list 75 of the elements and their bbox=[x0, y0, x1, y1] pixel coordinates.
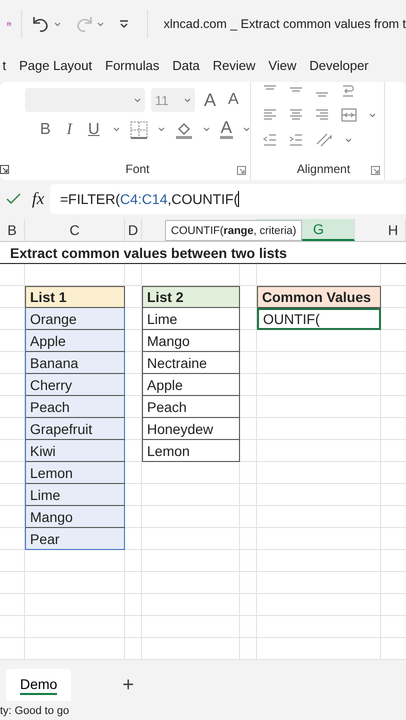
active-cell[interactable]: OUNTIF( bbox=[257, 308, 381, 330]
window-title: xlncad.com _ Extract common values from t bbox=[164, 17, 406, 31]
fill-color-icon[interactable] bbox=[174, 120, 193, 138]
dropdown-caret-icon bbox=[134, 98, 141, 102]
caret-icon bbox=[242, 127, 250, 132]
customize-icon[interactable] bbox=[119, 20, 130, 28]
add-sheet-button[interactable]: + bbox=[116, 669, 140, 701]
table-cell: Mango bbox=[25, 506, 125, 528]
sheet-tab[interactable]: Demo bbox=[6, 669, 72, 701]
borders-icon[interactable] bbox=[130, 120, 148, 138]
table-cell: Orange bbox=[25, 308, 125, 330]
merge-icon[interactable] bbox=[341, 108, 357, 122]
group-label: Font bbox=[125, 162, 150, 176]
column-header[interactable]: D bbox=[125, 219, 142, 241]
table-cell: Nectraine bbox=[142, 352, 240, 374]
grow-font-button[interactable]: A bbox=[201, 90, 220, 110]
table-cell: Peach bbox=[142, 396, 240, 418]
table-cell: Apple bbox=[142, 374, 240, 396]
ribbon-tab[interactable]: View bbox=[262, 58, 303, 72]
column-header[interactable]: B bbox=[0, 219, 25, 241]
ribbon-tab[interactable]: Review bbox=[206, 58, 262, 72]
caret-icon bbox=[97, 22, 104, 26]
caret-icon bbox=[202, 127, 210, 132]
table-header: List 2 bbox=[142, 286, 240, 308]
function-tooltip: COUNTIF(range, criteria) bbox=[165, 220, 302, 241]
ribbon-tab[interactable]: t bbox=[0, 58, 13, 72]
group-label: Alignment bbox=[296, 162, 350, 176]
launcher-icon[interactable] bbox=[0, 165, 9, 174]
function-button[interactable]: fx bbox=[32, 189, 44, 209]
ribbon-tab[interactable]: Developer bbox=[302, 58, 376, 72]
table-cell: Apple bbox=[25, 330, 125, 352]
table-cell: Lime bbox=[25, 484, 125, 506]
column-header[interactable]: C bbox=[25, 219, 125, 241]
table-cell: Lemon bbox=[25, 462, 125, 484]
table-cell: Cherry bbox=[25, 374, 125, 396]
table-header: Common Values bbox=[257, 286, 381, 308]
dropdown-caret-icon bbox=[184, 98, 191, 102]
table-cell: Kiwi bbox=[25, 440, 125, 462]
caret-icon bbox=[112, 127, 120, 132]
check-icon[interactable] bbox=[6, 193, 21, 205]
align-icon[interactable] bbox=[263, 109, 277, 121]
underline-button[interactable]: U bbox=[85, 120, 103, 138]
ribbon-tab[interactable]: Data bbox=[166, 58, 206, 72]
wrap-text-icon[interactable] bbox=[341, 84, 355, 98]
table-header: List 1 bbox=[25, 286, 125, 308]
caret-icon bbox=[345, 138, 352, 142]
table-cell: Peach bbox=[25, 396, 125, 418]
caret-icon bbox=[158, 127, 165, 132]
launcher-icon[interactable] bbox=[237, 166, 246, 175]
table-cell: Grapefruit bbox=[25, 418, 125, 440]
caret-icon bbox=[54, 22, 62, 26]
ribbon-tab[interactable]: Page Layout bbox=[12, 58, 99, 72]
launcher-icon[interactable] bbox=[371, 166, 380, 175]
table-cell: Honeydew bbox=[142, 418, 240, 440]
sheet-title: Extract common values between two lists bbox=[0, 242, 406, 264]
align-icon[interactable] bbox=[315, 109, 329, 121]
status-text: ty: Good to go bbox=[0, 704, 70, 719]
decrease-indent-icon[interactable] bbox=[263, 134, 277, 146]
caret-icon bbox=[369, 112, 376, 118]
formula-field[interactable]: =FILTER(C4:C14,COUNTIF( bbox=[50, 184, 406, 214]
table-cell: Banana bbox=[25, 352, 125, 374]
shrink-font-button[interactable]: A bbox=[225, 91, 242, 109]
table-cell: Lime bbox=[142, 308, 240, 330]
table-cell: Lemon bbox=[142, 440, 240, 462]
table-cell: Mango bbox=[142, 330, 240, 352]
table-cell: Pear bbox=[25, 528, 125, 550]
align-icon[interactable] bbox=[289, 109, 303, 121]
orientation-icon[interactable] bbox=[315, 132, 333, 148]
ribbon-tab[interactable]: Formulas bbox=[98, 58, 166, 72]
bold-button[interactable]: B bbox=[37, 120, 54, 138]
font-name-field[interactable] bbox=[25, 88, 145, 112]
font-color-button[interactable]: A bbox=[220, 120, 233, 139]
italic-button[interactable]: I bbox=[64, 120, 75, 138]
column-header[interactable]: H bbox=[381, 219, 406, 241]
increase-indent-icon[interactable] bbox=[289, 134, 303, 146]
